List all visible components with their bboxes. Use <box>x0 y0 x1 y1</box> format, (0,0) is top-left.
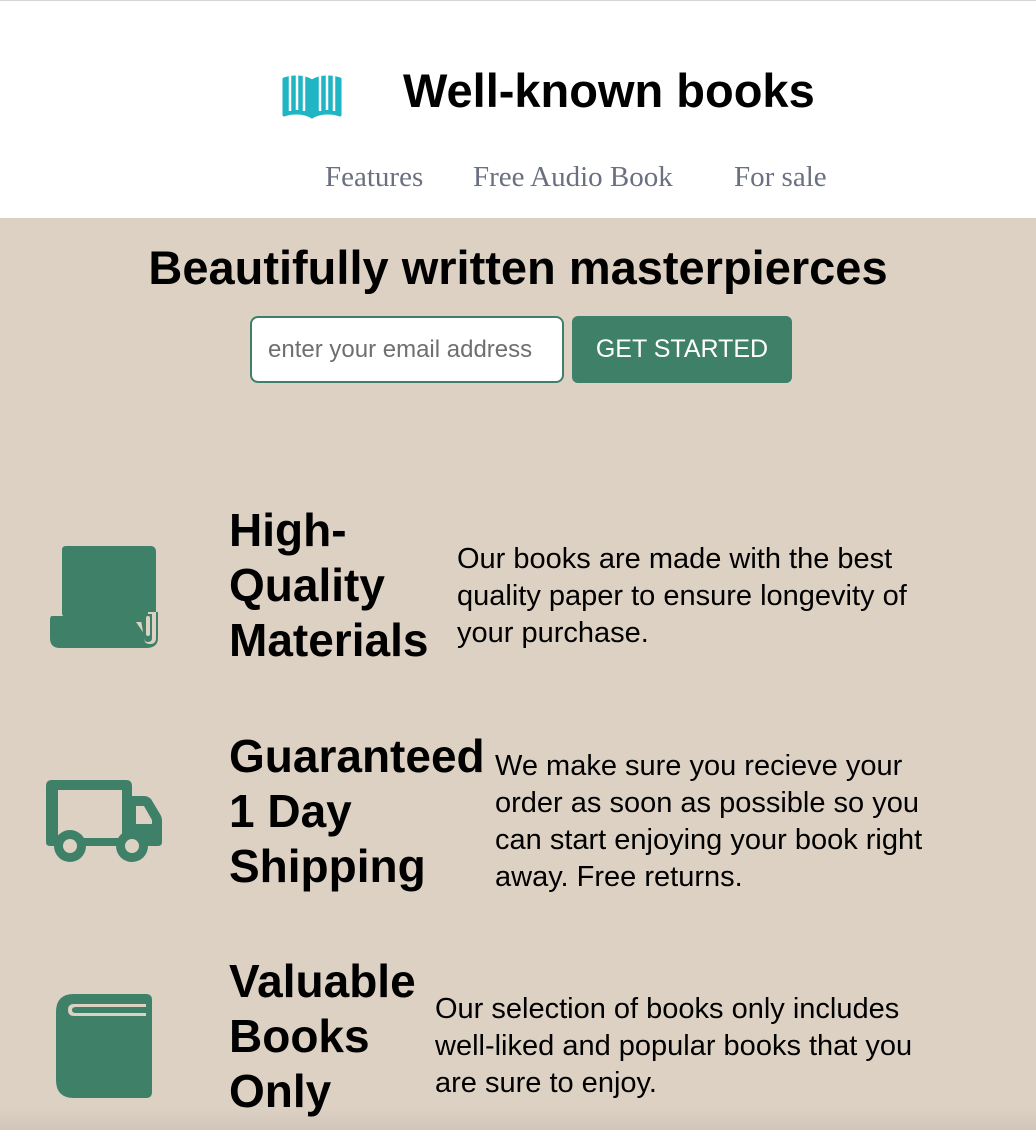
hero-title: Beautifully written masterpierces <box>148 241 888 294</box>
main-nav: Features Free Audio Book For sale <box>0 161 1036 201</box>
feature-title-shipping: Guaranteed 1 Day Shipping <box>229 730 485 892</box>
open-book-icon[interactable] <box>280 65 344 121</box>
book-scroll-icon <box>50 546 158 648</box>
truck-icon <box>46 780 162 862</box>
site-header: Well-known books Features Free Audio Boo… <box>0 1 1036 218</box>
feature-title-valuable-books: Valuable Books Only <box>229 955 416 1117</box>
nav-link-free-audio-book[interactable]: Free Audio Book <box>473 161 673 194</box>
feature-description-high-quality: Our books are made with the best quality… <box>457 543 907 649</box>
feature-description-valuable-books: Our selection of books only includes wel… <box>435 993 913 1099</box>
feature-title-high-quality: High- Quality Materials <box>229 504 429 666</box>
email-input[interactable] <box>250 316 564 383</box>
feature-description-shipping: We make sure you recieve your order as s… <box>495 750 923 893</box>
book-icon <box>56 994 152 1098</box>
nav-link-for-sale[interactable]: For sale <box>734 161 827 194</box>
get-started-button[interactable]: GET STARTED <box>572 316 792 383</box>
nav-link-features[interactable]: Features <box>325 161 423 194</box>
bottom-fade <box>0 1108 1036 1130</box>
site-title: Well-known books <box>403 64 815 117</box>
